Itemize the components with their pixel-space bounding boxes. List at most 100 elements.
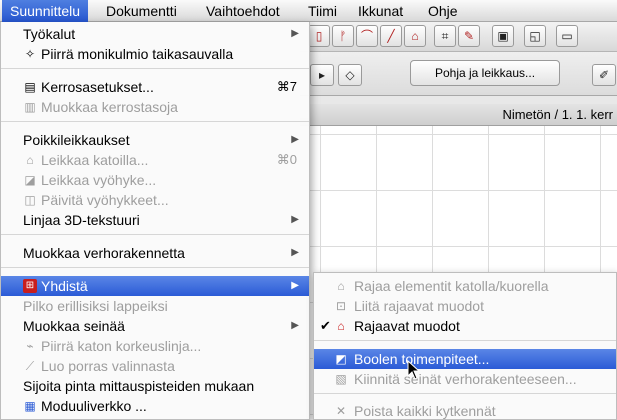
toolbar2-icon-1[interactable]: ▸ xyxy=(310,64,334,86)
menu-ohje[interactable]: Ohje xyxy=(420,0,466,22)
menu-item-label: Pilko erillisiksi lappeiksi xyxy=(23,298,168,314)
shortcut-label: ⌘7 xyxy=(276,79,297,94)
menu-item-label: Poikkileikkaukset xyxy=(23,132,130,148)
menu-item-label: Muokkaa kerrostasoja xyxy=(41,99,178,115)
remove-connections-icon: ✕ xyxy=(335,404,347,418)
menu-item-label: Muokkaa verhorakennetta xyxy=(23,245,185,261)
toolbar-tool-icon-3[interactable]: ⌒ xyxy=(356,25,378,47)
menu-item-label: Piirrä katon korkeuslinja... xyxy=(41,338,202,354)
menu-item-label: Kerrosasetukset... xyxy=(41,79,154,95)
menu-item-piirra-katon[interactable]: ⌁ Piirrä katon korkeuslinja... xyxy=(1,336,309,356)
menu-dokumentti[interactable]: Dokumentti xyxy=(98,0,185,22)
menu-bar: Suunnittelu Dokumentti Vaihtoehdot Tiimi… xyxy=(0,0,617,22)
menu-ikkunat[interactable]: Ikkunat xyxy=(350,0,411,22)
submenu-item-label: Poista kaikki kytkennät xyxy=(354,403,496,419)
shortcut-label: ⌘0 xyxy=(276,152,297,167)
menu-item-piirra-monikulmio[interactable]: ✧ Piirrä monikulmio taikasauvalla xyxy=(1,44,309,64)
pohja-ja-leikkaus-button[interactable]: Pohja ja leikkaus... xyxy=(410,60,560,86)
menu-separator xyxy=(1,121,309,122)
eraser-icon[interactable]: ◇ xyxy=(338,64,362,86)
menu-item-label: Päivitä vyöhykkeet... xyxy=(41,192,169,208)
menu-item-tyokalut[interactable]: Työkalut ▶ xyxy=(1,24,309,44)
toolbar-tool-icon-9[interactable]: ◱ xyxy=(524,25,546,47)
floor-levels-icon: ▥ xyxy=(24,100,36,114)
toolbar-tool-icon-2[interactable]: ᚠ xyxy=(332,25,354,47)
yhdista-submenu: ⌂ Rajaa elementit katolla/kuorella ⊡ Lii… xyxy=(313,272,617,420)
standard-toolbar: ▯ ᚠ ⌒ ╱ ⌂ ⌗ ✎ ▣ ◱ ▭ xyxy=(300,22,617,52)
menu-item-moduuliverkko[interactable]: ▦ Moduuliverkko ... xyxy=(1,396,309,416)
submenu-arrow-icon: ▶ xyxy=(291,28,299,39)
toolbar-tool-icon-4[interactable]: ╱ xyxy=(380,25,402,47)
menu-separator xyxy=(314,393,616,394)
floor-settings-icon: ▤ xyxy=(24,80,36,94)
menu-item-kerrosasetukset[interactable]: ▤ Kerrosasetukset... ⌘7 xyxy=(1,77,309,97)
attach-walls-icon: ▧ xyxy=(335,372,347,386)
menu-item-pilko[interactable]: Pilko erillisiksi lappeiksi xyxy=(1,296,309,316)
menu-separator xyxy=(1,267,309,268)
menu-item-sijoita-pinta[interactable]: Sijoita pinta mittauspisteiden mukaan xyxy=(1,376,309,396)
zone-update-icon: ◫ xyxy=(24,193,36,207)
submenu-arrow-icon: ▶ xyxy=(291,320,299,331)
submenu-item-rajaavat-muodot[interactable]: ✔ ⌂ Rajaavat muodot xyxy=(314,316,616,336)
toolbar-tool-icon-7[interactable]: ✎ xyxy=(458,25,480,47)
menu-separator xyxy=(314,340,616,341)
roof-trim-icon: ⌂ xyxy=(337,279,345,293)
toolbar-tool-icon-6[interactable]: ⌗ xyxy=(434,25,456,47)
paint-brush-icon[interactable]: ✐ xyxy=(592,64,616,86)
menu-item-label: Leikkaa vyöhyke... xyxy=(41,172,157,188)
menu-separator xyxy=(1,68,309,69)
menu-item-yhdista[interactable]: ⊞ Yhdistä ▶ xyxy=(1,276,309,296)
mouse-pointer-icon xyxy=(407,360,421,380)
stair-icon: ⟋ xyxy=(25,359,35,373)
menu-item-label: Sijoita pinta mittauspisteiden mukaan xyxy=(23,378,255,394)
submenu-arrow-icon: ▶ xyxy=(291,214,299,225)
menu-suunnittelu[interactable]: Suunnittelu xyxy=(2,0,89,22)
suunnittelu-menu: Työkalut ▶ ✧ Piirrä monikulmio taikasauv… xyxy=(0,22,310,420)
menu-item-label: Luo porras valinnasta xyxy=(41,358,175,374)
menu-vaihtoehdot[interactable]: Vaihtoehdot xyxy=(198,0,288,22)
toolbar-tool-icon-8[interactable]: ▣ xyxy=(492,25,514,47)
submenu-item-poista-kytkennat[interactable]: ✕ Poista kaikki kytkennät xyxy=(314,401,616,420)
trimming-shapes-icon: ⌂ xyxy=(337,319,345,333)
roof-trim-icon: ⌂ xyxy=(26,153,34,167)
submenu-item-kiinnita-seinat[interactable]: ▧ Kiinnitä seinät verhorakenteeseen... xyxy=(314,369,616,389)
menu-item-leikkaa-vyohyke[interactable]: ◪ Leikkaa vyöhyke... xyxy=(1,170,309,190)
submenu-item-label: Kiinnitä seinät verhorakenteeseen... xyxy=(354,371,577,387)
toolbar-tool-icon-10[interactable]: ▭ xyxy=(556,25,578,47)
submenu-item-boolen[interactable]: ◩ Boolen toimenpiteet... xyxy=(314,349,616,369)
menu-item-linjaa-3d[interactable]: Linjaa 3D-tekstuuri ▶ xyxy=(1,210,309,230)
menu-item-muokkaa-verhorakennetta[interactable]: Muokkaa verhorakennetta ▶ xyxy=(1,243,309,263)
submenu-arrow-icon: ▶ xyxy=(291,247,299,258)
menu-item-paivita-vyohykkeet[interactable]: ◫ Päivitä vyöhykkeet... xyxy=(1,190,309,210)
menu-item-label: Leikkaa katoilla... xyxy=(41,152,149,168)
zone-trim-icon: ◪ xyxy=(24,173,36,187)
connect-icon: ⊞ xyxy=(23,279,37,293)
menu-item-label: Piirrä monikulmio taikasauvalla xyxy=(41,46,234,62)
roof-level-icon: ⌁ xyxy=(26,339,34,353)
submenu-item-label: Rajaa elementit katolla/kuorella xyxy=(354,278,549,294)
menu-item-label: Työkalut xyxy=(23,26,76,42)
menu-item-label: Muokkaa seinää xyxy=(23,318,125,334)
submenu-item-label: Rajaavat muodot xyxy=(354,318,460,334)
menu-separator xyxy=(1,234,309,235)
boolean-operations-icon: ◩ xyxy=(335,352,347,366)
menu-item-muokkaa-kerrostasoja[interactable]: ▥ Muokkaa kerrostasoja xyxy=(1,97,309,117)
menu-tiimi[interactable]: Tiimi xyxy=(300,0,345,22)
grid-icon: ▦ xyxy=(24,399,36,413)
magic-wand-icon: ✧ xyxy=(24,47,36,61)
menu-item-leikkaa-katoilla[interactable]: ⌂ Leikkaa katoilla... ⌘0 xyxy=(1,150,309,170)
submenu-arrow-icon: ▶ xyxy=(291,134,299,145)
menu-item-luo-porras[interactable]: ⟋ Luo porras valinnasta xyxy=(1,356,309,376)
submenu-arrow-icon: ▶ xyxy=(291,280,299,291)
menu-item-label: Yhdistä xyxy=(41,278,88,294)
toolbar-tool-icon-1[interactable]: ▯ xyxy=(308,25,330,47)
menu-item-label: Moduuliverkko ... xyxy=(41,398,147,414)
menu-item-poikkileikkaukset[interactable]: Poikkileikkaukset ▶ xyxy=(1,130,309,150)
menu-item-muokkaa-seinaa[interactable]: Muokkaa seinää ▶ xyxy=(1,316,309,336)
submenu-item-rajaa-elementit[interactable]: ⌂ Rajaa elementit katolla/kuorella xyxy=(314,276,616,296)
menu-item-label: Linjaa 3D-tekstuuri xyxy=(23,212,140,228)
toolbar-tool-icon-5[interactable]: ⌂ xyxy=(404,25,426,47)
document-window-title: Nimetön / 1. 1. kerr xyxy=(300,104,617,126)
submenu-item-liita-rajaavat[interactable]: ⊡ Liitä rajaavat muodot xyxy=(314,296,616,316)
checkmark-icon: ✔ xyxy=(320,318,331,333)
